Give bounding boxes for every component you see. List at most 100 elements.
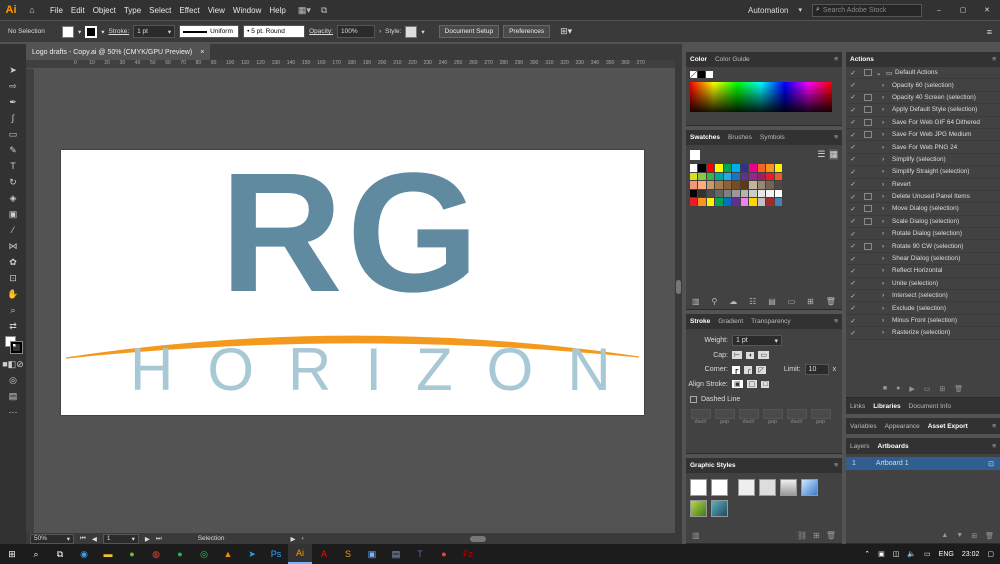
tray-app-icon[interactable]: ▣: [878, 550, 885, 558]
swatch[interactable]: [766, 198, 774, 206]
artboard-options-icon[interactable]: ⊡: [988, 460, 994, 468]
action-expand-icon[interactable]: ›: [876, 305, 892, 312]
action-check-icon[interactable]: ✓: [846, 279, 860, 287]
action-row[interactable]: ✓ › Shear Dialog (selection): [846, 253, 1000, 266]
home-icon[interactable]: ⌂: [22, 2, 42, 18]
opacity-label[interactable]: Opacity:: [309, 28, 333, 35]
photoshop-icon[interactable]: Ps: [264, 544, 288, 564]
file-explorer-icon[interactable]: ▬: [96, 544, 120, 564]
tab-variables[interactable]: Variables: [850, 423, 877, 430]
list-view-icon[interactable]: ☰: [817, 149, 825, 160]
swatch[interactable]: [749, 172, 757, 180]
swatch[interactable]: [740, 198, 748, 206]
action-check-icon[interactable]: ✓: [846, 329, 860, 337]
style-swatch[interactable]: [405, 25, 418, 38]
align-inside-icon[interactable]: ▢: [746, 380, 758, 388]
close-tab-icon[interactable]: ×: [200, 49, 204, 56]
action-expand-icon[interactable]: ›: [876, 82, 892, 89]
dialog-toggle[interactable]: [864, 205, 872, 213]
swatch[interactable]: [757, 198, 765, 206]
action-row[interactable]: ✓ › Rotate 90 CW (selection): [846, 240, 1000, 253]
artboard-number-field[interactable]: 1 ▾: [102, 533, 139, 544]
action-expand-icon[interactable]: ›: [876, 106, 892, 113]
action-row[interactable]: ✓ › Reflect Horizontal: [846, 265, 1000, 278]
action-expand-icon[interactable]: ›: [876, 131, 892, 138]
swatch[interactable]: [706, 198, 714, 206]
action-row[interactable]: ✓ › Apply Default Style (selection): [846, 104, 1000, 117]
logo-horizon-text[interactable]: HORIZON: [130, 340, 645, 400]
action-check-icon[interactable]: ✓: [846, 317, 860, 325]
acrobat-icon[interactable]: A: [312, 544, 336, 564]
swatch[interactable]: [774, 198, 782, 206]
calculator-icon[interactable]: ▣: [360, 544, 384, 564]
pen-tool-icon[interactable]: ✒: [0, 94, 26, 110]
opacity-arrow-icon[interactable]: ›: [379, 28, 381, 35]
app-red-icon[interactable]: ●: [432, 544, 456, 564]
tab-document-info[interactable]: Document Info: [909, 403, 951, 410]
action-expand-icon[interactable]: ›: [876, 119, 892, 126]
swatch[interactable]: [706, 172, 714, 180]
asset-export-menu-icon[interactable]: ≡: [992, 423, 996, 430]
dash-gap-input[interactable]: [714, 409, 735, 419]
action-expand-icon[interactable]: ›: [876, 329, 892, 336]
workspace-chevron-icon[interactable]: ▾: [798, 6, 802, 14]
stock-search[interactable]: ⌕ Search Adobe Stock: [812, 3, 922, 17]
dialog-toggle[interactable]: [864, 106, 872, 114]
dash-gap-input[interactable]: [810, 409, 831, 419]
dash-gap-input[interactable]: [690, 409, 711, 419]
dialog-toggle[interactable]: [864, 131, 872, 139]
swatch[interactable]: [774, 181, 782, 189]
swatch[interactable]: [766, 189, 774, 197]
tray-chevron-icon[interactable]: ⌃: [864, 550, 870, 558]
style-library-icon[interactable]: ▥: [692, 531, 700, 540]
swatch[interactable]: [749, 181, 757, 189]
action-check-icon[interactable]: ✓: [846, 131, 860, 139]
swatch[interactable]: [698, 189, 706, 197]
set-expand-icon[interactable]: ⌄: [876, 69, 886, 77]
menu-help[interactable]: Help: [265, 6, 289, 15]
swatch[interactable]: [689, 164, 697, 172]
swatch[interactable]: [766, 181, 774, 189]
move-up-icon[interactable]: ▲: [941, 532, 948, 540]
first-artboard-icon[interactable]: ⏮: [80, 535, 86, 543]
action-expand-icon[interactable]: ›: [876, 317, 892, 324]
action-row[interactable]: ✓ › Exclude (selection): [846, 302, 1000, 315]
hand-tool-icon[interactable]: ✋: [0, 286, 26, 302]
volume-icon[interactable]: 🔈: [907, 550, 916, 558]
whatsapp-icon[interactable]: ◎: [192, 544, 216, 564]
action-check-icon[interactable]: ✓: [846, 267, 860, 275]
action-row[interactable]: ✓ › Delete Unused Panel Items: [846, 191, 1000, 204]
battery-icon[interactable]: ▭: [924, 550, 931, 558]
zoom-field[interactable]: 50% ▾: [30, 533, 74, 544]
edge-icon[interactable]: ◉: [72, 544, 96, 564]
style-swatch-5[interactable]: [780, 479, 797, 496]
swatch-options-icon[interactable]: ☷: [749, 297, 756, 306]
white-swatch[interactable]: [706, 71, 713, 78]
swatch[interactable]: [757, 189, 765, 197]
default-style-swatch[interactable]: [690, 479, 707, 496]
action-row[interactable]: ✓ › Move Dialog (selection): [846, 203, 1000, 216]
action-check-icon[interactable]: ✓: [846, 217, 860, 225]
new-swatch-icon[interactable]: ⊞: [807, 297, 814, 306]
swatch[interactable]: [706, 189, 714, 197]
swatch[interactable]: [706, 164, 714, 172]
tab-libraries[interactable]: Libraries: [873, 403, 900, 410]
chrome-icon[interactable]: ◍: [144, 544, 168, 564]
delete-style-icon[interactable]: 🗑: [826, 531, 836, 540]
butt-cap-icon[interactable]: ⊢: [732, 351, 743, 359]
swatch[interactable]: [698, 172, 706, 180]
vertical-scrollbar[interactable]: [675, 60, 682, 533]
rectangle-tool-icon[interactable]: ▭: [0, 126, 26, 142]
tab-transparency[interactable]: Transparency: [751, 318, 791, 325]
swatch[interactable]: [740, 164, 748, 172]
zoom-tool-icon[interactable]: ⌕: [0, 302, 26, 318]
new-style-icon[interactable]: ⊞: [813, 531, 820, 540]
task-view-icon[interactable]: ⧉: [48, 544, 72, 564]
action-check-icon[interactable]: ✓: [846, 93, 860, 101]
restore-icon[interactable]: ▢: [956, 6, 970, 14]
break-link-icon[interactable]: ⛓: [797, 531, 807, 540]
search-taskbar-icon[interactable]: ⌕: [24, 544, 48, 564]
current-tool-status[interactable]: Selection: [198, 535, 225, 542]
menu-view[interactable]: View: [204, 6, 229, 15]
menu-file[interactable]: File: [46, 6, 67, 15]
